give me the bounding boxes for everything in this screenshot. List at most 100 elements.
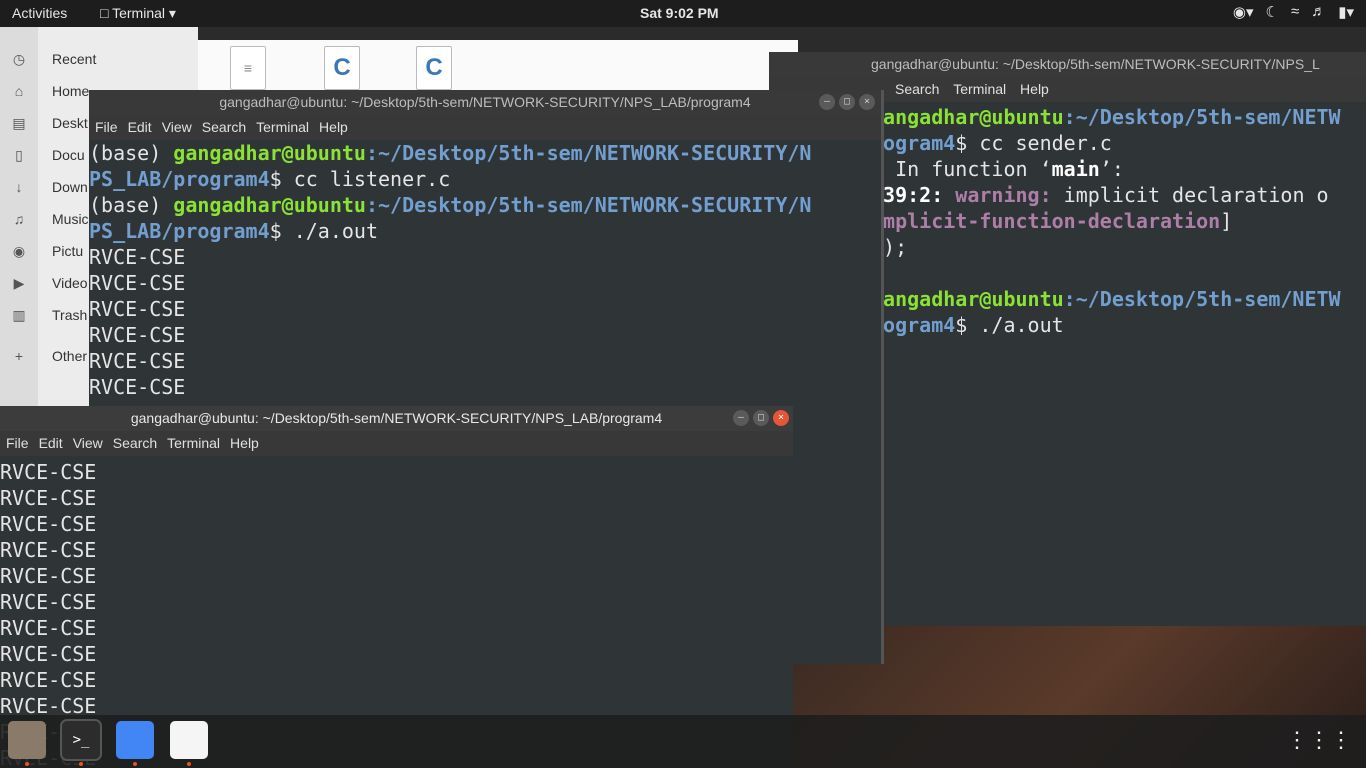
menu-help[interactable]: Help — [1020, 77, 1049, 102]
compiler-message: : In function ‘ — [871, 157, 1052, 181]
window-title: gangadhar@ubuntu: ~/Desktop/5th-sem/NETW… — [89, 90, 881, 115]
output-line: RVCE-CSE — [89, 271, 186, 295]
command-text: $ cc sender.c — [955, 131, 1112, 155]
text-file-icon[interactable]: ≡ — [230, 46, 266, 90]
running-indicator — [133, 762, 137, 766]
compiler-message: ’: — [1099, 157, 1124, 181]
video-icon: ▶ — [13, 275, 25, 291]
maximize-icon[interactable]: □ — [839, 94, 855, 110]
terminal-front[interactable]: gangadhar@ubuntu: ~/Desktop/5th-sem/NETW… — [0, 406, 793, 768]
terminal-body[interactable]: gangadhar@ubuntu:~/Desktop/5th-sem/NETW … — [871, 104, 1366, 626]
output-line: RVCE-CSE — [0, 538, 97, 562]
command-text: $ ./a.out — [955, 313, 1064, 337]
home-icon: ⌂ — [14, 83, 24, 99]
output-line: RVCE-CSE — [89, 375, 186, 399]
output-line: RVCE-CSE — [0, 590, 97, 614]
menu-file[interactable]: File — [95, 115, 118, 140]
output-line: RVCE-CSE — [0, 668, 97, 692]
sidebar-item-label: Music — [52, 211, 89, 227]
wifi-icon: ≈ — [1290, 3, 1300, 20]
chrome-icon[interactable] — [116, 721, 154, 759]
output-line: RVCE-CSE — [0, 564, 97, 588]
running-indicator — [187, 762, 191, 766]
warning-flag: implicit-function-declaration — [871, 209, 1221, 233]
menu-help[interactable]: Help — [230, 431, 259, 456]
menu-search[interactable]: Search — [113, 431, 157, 456]
menu-terminal[interactable]: Terminal — [256, 115, 309, 140]
sidebar-item-label: Video — [52, 275, 88, 291]
output-line: RVCE-CSE — [0, 616, 97, 640]
show-apps-icon[interactable]: ⋮⋮⋮ — [1286, 727, 1352, 753]
download-icon: ↓ — [15, 179, 23, 195]
window-controls[interactable]: – □ × — [819, 94, 875, 110]
conda-prefix: (base) — [89, 141, 174, 165]
output-line: RVCE-CSE — [0, 642, 97, 666]
window-controls[interactable]: – □ × — [733, 410, 789, 426]
sidebar-item-label: Down — [52, 179, 88, 195]
music-icon: ♫ — [13, 211, 25, 227]
editor-icon[interactable] — [170, 721, 208, 759]
output-line: RVCE-CSE — [0, 486, 97, 510]
output-line: RVCE-CSE — [0, 460, 97, 484]
function-name: main — [1051, 157, 1100, 181]
c-file-icon[interactable]: C — [324, 46, 360, 90]
menu-help[interactable]: Help — [319, 115, 348, 140]
output-line: RVCE-CSE — [89, 323, 186, 347]
menu-terminal[interactable]: Terminal — [167, 431, 220, 456]
prompt-path: :~/Desktop/5th-sem/NETWORK-SECURITY/N — [365, 141, 812, 165]
dock: >_ ⋮⋮⋮ — [0, 715, 1366, 768]
system-tray[interactable]: ◉▾ ☾ ≈ ♬ ▮▾ — [1233, 3, 1354, 21]
maximize-icon[interactable]: □ — [753, 410, 769, 426]
sidebar-item-label: Recent — [52, 51, 97, 67]
prompt-user: gangadhar@ubuntu — [871, 287, 1064, 311]
menu-view[interactable]: View — [162, 115, 192, 140]
accessibility-icon[interactable]: ◉▾ — [1233, 3, 1254, 21]
menu-search[interactable]: Search — [202, 115, 246, 140]
prompt-path: PS_LAB/program4 — [89, 167, 270, 191]
menu-bar: File Edit View Search Terminal Help — [89, 115, 881, 140]
command-text: $ ./a.out — [269, 219, 378, 243]
sidebar-item-label: Other — [52, 348, 88, 364]
prompt-user: gangadhar@ubuntu — [871, 105, 1064, 129]
document-icon: ▯ — [15, 147, 23, 163]
running-indicator — [25, 762, 29, 766]
clock-icon: ◷ — [12, 51, 26, 67]
menu-view[interactable]: View — [73, 431, 103, 456]
menu-file[interactable]: File — [6, 431, 29, 456]
window-title: gangadhar@ubuntu: ~/Desktop/5th-sem/NETW… — [769, 52, 1366, 77]
close-icon[interactable]: × — [859, 94, 875, 110]
output-line: RVCE-CSE — [89, 245, 186, 269]
prompt-user: gangadhar@ubuntu — [173, 193, 366, 217]
app-menu[interactable]: □ Terminal ▾ — [100, 5, 176, 22]
app-name: Terminal — [112, 5, 165, 21]
sidebar-item[interactable]: ◷ Recent — [0, 45, 198, 75]
menu-edit[interactable]: Edit — [39, 431, 63, 456]
command-text: $ cc listener.c — [269, 167, 451, 191]
minimize-icon[interactable]: – — [819, 94, 835, 110]
terminal-icon[interactable]: >_ — [60, 719, 102, 761]
activities-button[interactable]: Activities — [12, 5, 67, 21]
folder-icon: ▤ — [12, 115, 26, 131]
battery-icon: ▮▾ — [1338, 4, 1354, 21]
menu-search[interactable]: Search — [895, 77, 939, 102]
prompt-path: :~/Desktop/5th-sem/NETW — [1063, 105, 1341, 129]
minimize-icon[interactable]: – — [733, 410, 749, 426]
trash-icon: ▥ — [12, 307, 26, 323]
running-indicator — [79, 762, 83, 766]
sidebar-item-label: Deskt — [52, 115, 88, 131]
output-line: RVCE-CSE — [0, 512, 97, 536]
prompt-user: gangadhar@ubuntu — [173, 141, 366, 165]
clock[interactable]: Sat 9:02 PM — [640, 5, 719, 21]
menu-terminal[interactable]: Terminal — [953, 77, 1006, 102]
conda-prefix: (base) — [89, 193, 174, 217]
close-icon[interactable]: × — [773, 410, 789, 426]
night-light-icon: ☾ — [1265, 4, 1279, 21]
output-line: RVCE-CSE — [89, 349, 186, 373]
menu-edit[interactable]: Edit — [128, 115, 152, 140]
prompt-path: :~/Desktop/5th-sem/NETW — [1063, 287, 1341, 311]
c-file-icon[interactable]: C — [416, 46, 452, 90]
sidebar-item-label: Home — [52, 83, 90, 99]
files-icon[interactable] — [8, 721, 46, 759]
warning-text: implicit declaration o — [1063, 183, 1329, 207]
sidebar-item-label: Trash — [52, 307, 88, 323]
